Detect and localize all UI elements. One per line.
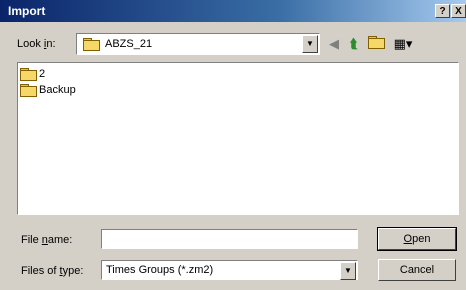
- import-dialog: Import ? X Look in: ABZS_21 ▼ ◀ ⮬ ▦▾ 2 B…: [0, 0, 466, 290]
- help-button[interactable]: ?: [435, 4, 450, 18]
- list-item-label: 2: [39, 68, 46, 80]
- folder-icon: [20, 68, 37, 81]
- cancel-button[interactable]: Cancel: [378, 259, 456, 281]
- look-in-label: Look in:: [17, 38, 56, 50]
- file-name-label: File name:: [21, 234, 73, 246]
- window-title: Import: [8, 4, 46, 18]
- file-list[interactable]: 2 Backup: [17, 62, 459, 215]
- back-arrow-icon[interactable]: ◀: [324, 35, 344, 53]
- chevron-down-icon[interactable]: ▼: [340, 262, 356, 280]
- look-in-value: ABZS_21: [105, 38, 153, 50]
- files-of-type-dropdown[interactable]: Times Groups (*.zm2) ▼: [101, 260, 358, 280]
- list-item-label: Backup: [39, 84, 76, 96]
- view-menu-icon[interactable]: ▦▾: [390, 35, 416, 53]
- files-of-type-label: Files of type:: [21, 265, 84, 277]
- up-folder-icon[interactable]: ⮬: [344, 35, 364, 53]
- folder-icon: [83, 38, 100, 51]
- file-name-input[interactable]: [101, 229, 358, 249]
- title-bar: Import ? X: [0, 0, 466, 22]
- new-folder-icon[interactable]: [366, 35, 386, 53]
- chevron-down-icon[interactable]: ▼: [302, 35, 318, 53]
- files-of-type-value: Times Groups (*.zm2): [106, 264, 214, 276]
- open-button[interactable]: Open: [377, 227, 457, 251]
- folder-icon: [20, 84, 37, 97]
- close-button[interactable]: X: [451, 4, 466, 18]
- look-in-dropdown[interactable]: ABZS_21 ▼: [76, 33, 320, 55]
